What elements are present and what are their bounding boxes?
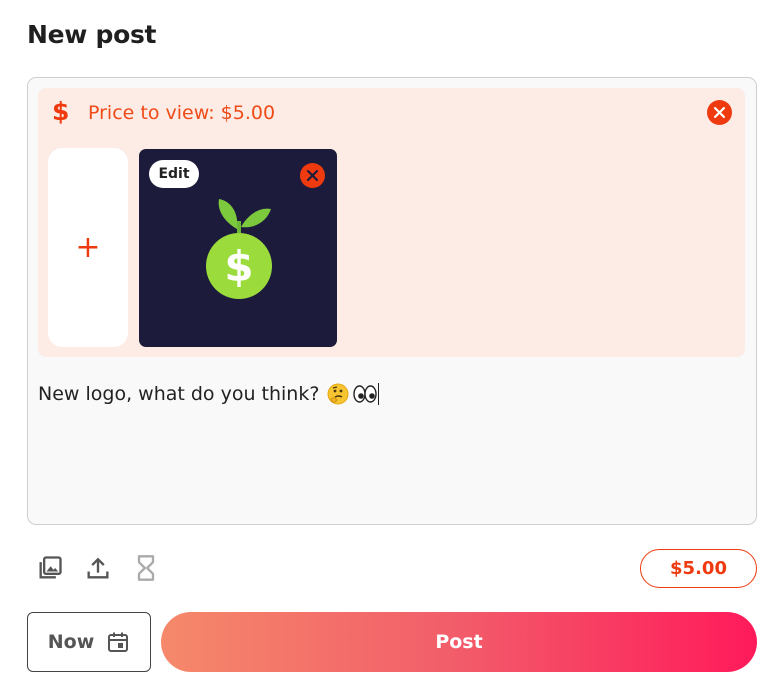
price-label: Price to view: $5.00 [88, 102, 276, 124]
gallery-icon[interactable] [36, 554, 64, 582]
caption-text[interactable]: New logo, what do you think? [38, 383, 380, 405]
schedule-button[interactable]: Now [27, 612, 151, 672]
upload-icon[interactable] [84, 554, 112, 582]
eyes-emoji [353, 385, 378, 403]
dollar-logo-image: $ [206, 199, 272, 299]
plus-icon: + [75, 229, 101, 265]
remove-price-button[interactable] [707, 100, 732, 125]
price-panel: $ Price to view: $5.00 + Edit $ [38, 88, 745, 357]
hourglass-icon[interactable] [132, 554, 160, 582]
edit-media-button[interactable]: Edit [149, 160, 199, 188]
caption-text-value: New logo, what do you think? [38, 383, 320, 405]
calendar-icon [108, 632, 129, 652]
close-icon [307, 170, 318, 181]
price-button[interactable]: $5.00 [640, 549, 757, 588]
close-icon [714, 107, 725, 118]
media-thumbnail[interactable]: Edit $ [139, 149, 337, 347]
thinking-face-emoji [327, 383, 349, 405]
schedule-label: Now [47, 631, 95, 653]
svg-text:$: $ [224, 242, 253, 291]
page-title: New post [27, 20, 157, 49]
text-caret [378, 383, 380, 405]
add-media-button[interactable]: + [48, 148, 128, 347]
post-composer[interactable]: $ Price to view: $5.00 + Edit $ New logo… [27, 77, 757, 525]
remove-media-button[interactable] [300, 163, 325, 188]
post-button[interactable]: Post [161, 612, 757, 672]
dollar-icon: $ [52, 97, 70, 126]
